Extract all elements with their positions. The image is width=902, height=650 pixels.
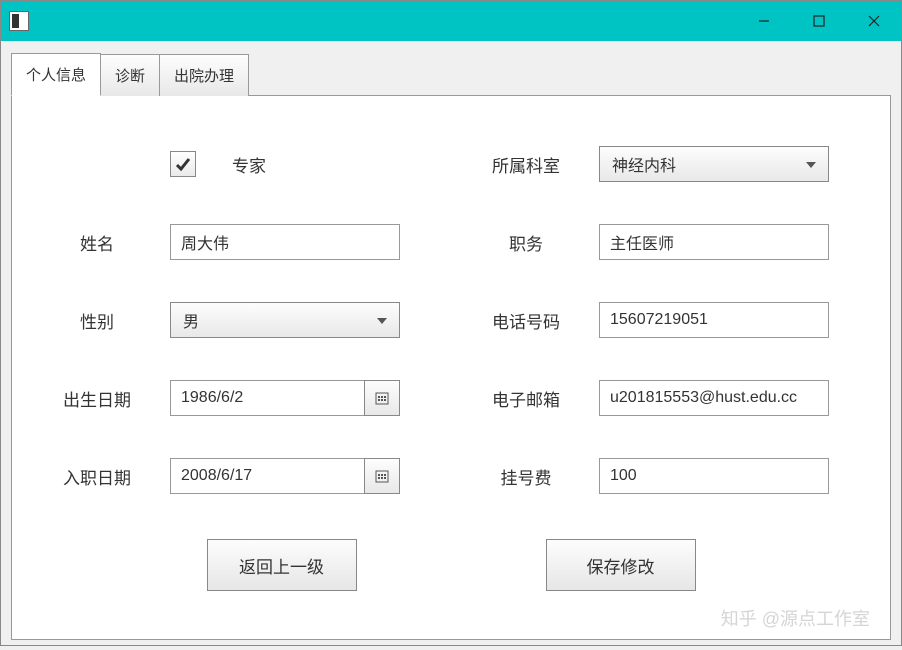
field-hire-date: 入职日期 xyxy=(52,458,421,494)
field-expert: 专家 xyxy=(52,146,421,182)
titlebar xyxy=(1,1,901,41)
tab-diagnosis[interactable]: 诊断 xyxy=(100,54,160,96)
hire-date-input[interactable] xyxy=(170,458,364,494)
position-label: 职务 xyxy=(481,230,571,255)
field-fee: 挂号费 xyxy=(481,458,850,494)
form-grid: 专家 所属科室 神经内科 姓名 职 xyxy=(52,146,850,494)
department-label: 所属科室 xyxy=(481,152,571,177)
expert-label: 专家 xyxy=(232,152,266,177)
expert-checkbox[interactable] xyxy=(170,151,196,177)
app-icon xyxy=(9,11,29,31)
button-row: 返回上一级 保存修改 xyxy=(52,539,850,591)
chevron-down-icon xyxy=(377,311,387,329)
phone-input[interactable] xyxy=(599,302,829,338)
birth-date-label: 出生日期 xyxy=(52,386,142,411)
birth-date-input[interactable] xyxy=(170,380,364,416)
maximize-icon xyxy=(813,15,825,27)
field-position: 职务 xyxy=(481,224,850,260)
name-label: 姓名 xyxy=(52,230,142,255)
calendar-icon xyxy=(375,469,389,483)
minimize-icon xyxy=(758,15,770,27)
minimize-button[interactable] xyxy=(736,1,791,41)
department-select[interactable]: 神经内科 xyxy=(599,146,829,182)
tab-bar: 个人信息 诊断 出院办理 xyxy=(11,53,891,96)
gender-label: 性别 xyxy=(52,308,142,333)
tab-discharge[interactable]: 出院办理 xyxy=(159,54,249,96)
field-gender: 性别 男 xyxy=(52,302,421,338)
fee-label: 挂号费 xyxy=(481,464,571,489)
back-button[interactable]: 返回上一级 xyxy=(207,539,357,591)
tab-personal-info[interactable]: 个人信息 xyxy=(11,53,101,96)
content-area: 个人信息 诊断 出院办理 专家 所属科室 xyxy=(1,41,901,650)
close-icon xyxy=(867,14,881,28)
fee-input[interactable] xyxy=(599,458,829,494)
hire-date-picker-button[interactable] xyxy=(364,458,400,494)
field-birth-date: 出生日期 xyxy=(52,380,421,416)
chevron-down-icon xyxy=(806,155,816,173)
gender-select[interactable]: 男 xyxy=(170,302,400,338)
email-input[interactable] xyxy=(599,380,829,416)
phone-label: 电话号码 xyxy=(481,308,571,333)
calendar-icon xyxy=(375,391,389,405)
app-window: 个人信息 诊断 出院办理 专家 所属科室 xyxy=(0,0,902,646)
hire-date-label: 入职日期 xyxy=(52,464,142,489)
maximize-button[interactable] xyxy=(791,1,846,41)
close-button[interactable] xyxy=(846,1,901,41)
field-phone: 电话号码 xyxy=(481,302,850,338)
name-input[interactable] xyxy=(170,224,400,260)
tab-panel-personal: 专家 所属科室 神经内科 姓名 职 xyxy=(11,95,891,640)
field-name: 姓名 xyxy=(52,224,421,260)
checkmark-icon xyxy=(174,155,192,173)
birth-date-picker-button[interactable] xyxy=(364,380,400,416)
window-controls xyxy=(736,1,901,41)
field-email: 电子邮箱 xyxy=(481,380,850,416)
department-value: 神经内科 xyxy=(612,152,676,176)
gender-value: 男 xyxy=(183,308,199,332)
watermark: 知乎 @源点工作室 xyxy=(721,605,870,631)
email-label: 电子邮箱 xyxy=(481,386,571,411)
save-button[interactable]: 保存修改 xyxy=(546,539,696,591)
position-input[interactable] xyxy=(599,224,829,260)
field-department: 所属科室 神经内科 xyxy=(481,146,850,182)
